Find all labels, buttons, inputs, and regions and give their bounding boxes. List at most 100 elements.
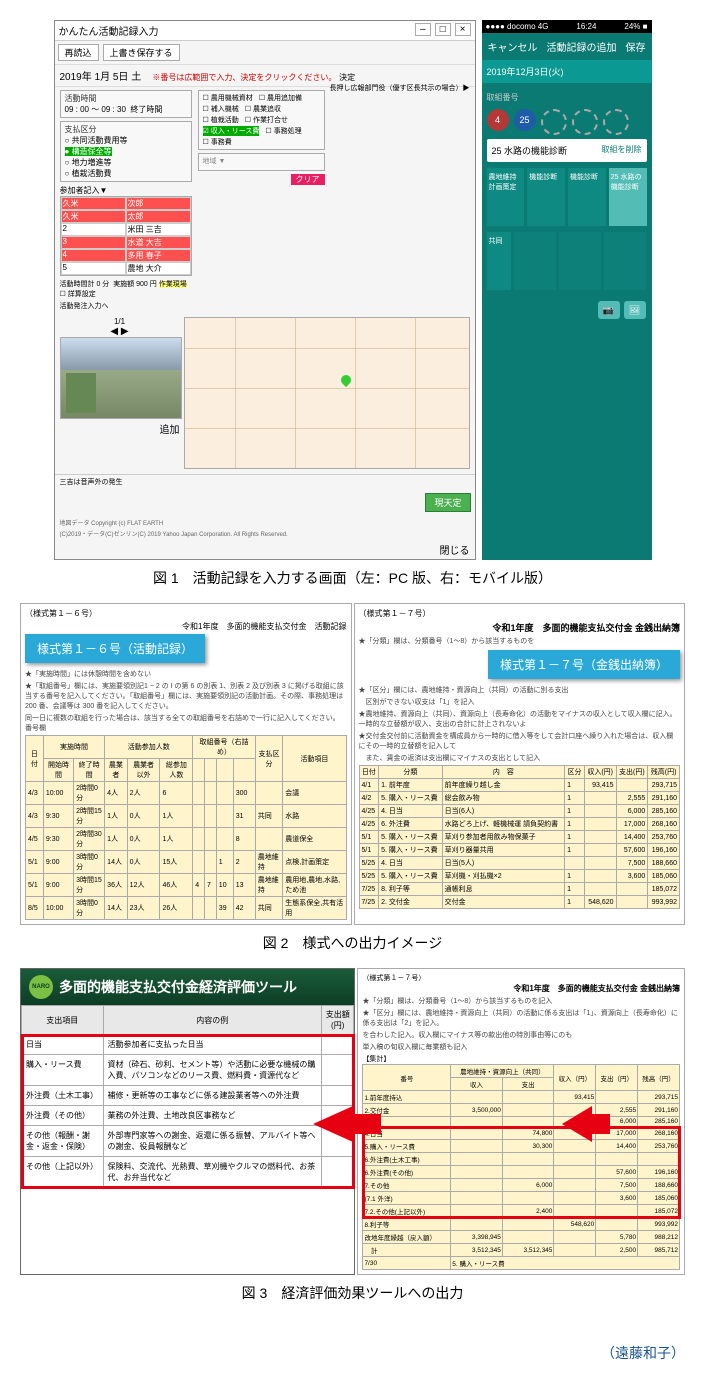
naro-logo-icon: NARO [29, 975, 53, 999]
form-no-left: （様式第１－６号） [25, 608, 347, 619]
circ-25[interactable]: 25 [514, 109, 536, 131]
circ-empty-1[interactable] [541, 109, 567, 135]
mobile-save-button[interactable]: 保存 [626, 39, 646, 54]
payclass-opt-2[interactable]: ○ 地力増進等 [65, 158, 112, 167]
tool-title: 多面的機能支払交付金経済評価ツール [59, 977, 297, 997]
picture-icon[interactable]: 🖼 [624, 301, 646, 319]
redbox-left: 日当活動参加者に支払った日当 購入・リース費資材（砕石、砂利、セメント等）や活動… [22, 1035, 354, 1188]
payclass-fieldset: 支払区分 ○ 共同活動費用等 ● 構造保全等 ○ 地力増進等 ○ 植栽活動費 [60, 121, 192, 182]
photo-next[interactable]: ▶ [121, 326, 129, 337]
time-from[interactable]: 09 : 00 [65, 105, 89, 114]
table-row: 日当活動参加者に支払った日当 [22, 1035, 354, 1055]
table-row: 購入・リース費資材（砕石、砂利、セメント等）や活動に必要な機械の購入費、パソコン… [22, 1055, 354, 1086]
fig2-left: （様式第１－６号） 令和1年度 多面的機能支払交付金 活動記録 様式第１－６号（… [20, 603, 352, 925]
calc-check[interactable]: ☐ 詳算設定 [60, 291, 96, 298]
mobile-title: 活動記録の追加 [547, 39, 617, 54]
member-label: 参加者記入▼ [60, 185, 192, 196]
chk-1[interactable]: ☐ 農用追加備 [259, 93, 302, 103]
arrow-left-icon [313, 1106, 353, 1142]
area-select[interactable]: 地域 ▼ [198, 153, 325, 171]
payclass-opt-3[interactable]: ○ 植栽活動費 [65, 169, 112, 178]
form-no-r3: （様式第１－７号） [362, 973, 680, 983]
chk-0[interactable]: ☐ 農用機械資材 [203, 93, 253, 103]
card-b1[interactable] [559, 232, 601, 290]
sidetab-0[interactable]: 共同 [487, 232, 511, 290]
amount-val: 0 分 [96, 281, 109, 288]
chk-7[interactable]: ☐ 事務処理 [265, 126, 301, 136]
table-row: 4/256. 外注費水路どろ上げ、軽機械運 請負契約書117,000268,16… [359, 818, 680, 831]
circ-4[interactable]: 4 [487, 109, 509, 131]
day-select[interactable]: 5日 [113, 72, 129, 83]
work-site-button[interactable]: 作業現場 [159, 281, 187, 288]
camera-icon[interactable]: 📷 [598, 301, 620, 319]
circ-empty-3[interactable] [603, 109, 629, 135]
time-legend: 活動時間 [65, 94, 97, 103]
clear-button[interactable]: クリア [291, 174, 325, 185]
card-b0[interactable] [514, 232, 556, 290]
mobile-header: キャンセル 活動記録の追加 保存 [482, 33, 652, 60]
copyright2: (C)2019・データ(C)ゼンリン(C) 2019 Yahoo Japan C… [55, 529, 475, 540]
table-row: 5/19:003時間15分36人12人46人471013農地維持農用地,農地,水… [26, 874, 347, 897]
map-view[interactable] [184, 317, 470, 469]
card-0[interactable]: 農地維持 計画策定 [487, 168, 525, 226]
decide-button[interactable]: 決定 [339, 73, 355, 82]
fig3-left: NARO 多面的機能支払交付金経済評価ツール 支出項目 内容の例 支出額(円) … [20, 968, 355, 1275]
copy-link[interactable]: 活動発注入力へ [60, 301, 192, 311]
table-row: 5/15. 購入・リース費草刈り参加者用飲み物保菓子114,400253,760 [359, 831, 680, 844]
table-row: 4/59:302時間30分1人0人1人8農道保全 [26, 828, 347, 851]
table-row: 外注費（土木工事）補修・更新等の工事などに係る建設業者等への外注費 [22, 1086, 354, 1106]
table-row: (7.1 外洋)3,600185,060 [363, 1192, 680, 1205]
chk-3[interactable]: ☐ 農業追収 [245, 104, 281, 114]
year-select[interactable]: 2019年 [60, 72, 92, 83]
table-row: 4/11. 前年度前年度繰り越し金193,415293,715 [359, 779, 680, 792]
photo-prev[interactable]: ◀ [110, 326, 118, 337]
redbox-right: 1.前年度持込93,415293,715 2.交付金3,500,0002,555… [363, 1091, 680, 1127]
minimize-icon[interactable]: – [415, 23, 431, 36]
amount-val2: 900 円 [136, 281, 157, 288]
payclass-opt-0[interactable]: ○ 共同活動費用等 [65, 136, 128, 145]
footer-buttons: 現天定 [55, 489, 475, 516]
cancel-button[interactable]: キャンセル [488, 39, 538, 54]
month-select[interactable]: 1月 [95, 72, 111, 83]
save-button[interactable]: 上書き保存する [103, 44, 180, 61]
chk-6[interactable]: ☑ 収入・リース費 [203, 126, 260, 136]
table-row: 7/258. 利子等通帳利息1185,072 [359, 883, 680, 896]
item-delete[interactable]: 取組を削除 [602, 144, 642, 157]
maximize-icon[interactable]: □ [435, 23, 451, 36]
time-to[interactable]: 09 : 30 [101, 105, 125, 114]
chk-2[interactable]: ☐ 補入機械 [203, 104, 239, 114]
card-3[interactable]: 25 水路の機能診断 [609, 168, 647, 226]
figure-2: （様式第１－６号） 令和1年度 多面的機能支払交付金 活動記録 様式第１－６号（… [20, 603, 685, 925]
close-icon[interactable]: × [455, 23, 471, 36]
note-r-4: ★交付金交付前に活動資金を構成員から一時的に借入等をして会計口座へ繰り入れた場合… [359, 731, 681, 751]
checks-fieldset: ☐ 農用機械資材 ☐ 農用追加備 ☐ 補入機械 ☐ 農業追収 ☐ 植栽活動 ☐ … [198, 90, 325, 150]
table-row: 5/254. 日当日当(5人)7,500188,660 [359, 857, 680, 870]
table-row: 計3,512,3453,512,3452,500985,712 [363, 1244, 680, 1257]
circ-empty-2[interactable] [572, 109, 598, 135]
photo-thumb[interactable] [60, 337, 182, 419]
note-r-0: ★「分類」欄は、分類番号（1～8）から該当するものを [359, 636, 681, 646]
locate-button[interactable]: 現天定 [425, 493, 470, 512]
refresh-button[interactable]: 再読込 [58, 44, 99, 61]
photo-side: 1/1 ◀ ▶ 追加 [60, 317, 180, 469]
banner-left: 様式第１－６号（活動記録） [25, 634, 205, 663]
chk-8[interactable]: ☐ 事務費 [203, 137, 232, 147]
mobile-body: 取組番号 4 25 25 水路の機能診断 取組を削除 農地維持 計画策定 機能診… [482, 83, 652, 295]
table-row: 日付 実施時間 活動参加人数 取組番号（右詰め） 支払区分 活動項目 [26, 736, 347, 759]
selected-item[interactable]: 25 水路の機能診断 取組を削除 [487, 139, 647, 162]
payclass-opt-1[interactable]: ● 構造保全等 [65, 147, 112, 156]
chk-5[interactable]: ☐ 作業打合せ [245, 115, 288, 125]
caption-3: 図 3 経済評価効果ツールへの出力 [20, 1283, 685, 1303]
chk-4[interactable]: ☐ 植栽活動 [203, 115, 239, 125]
card-2[interactable]: 機能診断 [568, 168, 606, 226]
window-titlebar: かんたん活動記録入力 – □ × [55, 21, 475, 41]
add-photo-button[interactable]: 追加 [160, 425, 180, 436]
mobile-screen: ●●●● docomo 4G 16:24 24% ■ キャンセル 活動記録の追加… [482, 20, 652, 560]
mobile-date[interactable]: 2019年12月3日(火) [482, 60, 652, 83]
map-pin-icon [339, 373, 353, 387]
close-button[interactable]: 閉じる [440, 546, 470, 557]
card-1[interactable]: 機能診断 [527, 168, 565, 226]
card-b2[interactable] [604, 232, 646, 290]
member-table[interactable]: 久米次郎 久米太郎 2米田 三吉 3水道 大吉 4多用 春子 5農地 大介 [60, 196, 192, 276]
upper-left: 活動時間 09 : 00 ～ 09 : 30 終了時間 支払区分 ○ 共同活動費… [60, 90, 192, 311]
